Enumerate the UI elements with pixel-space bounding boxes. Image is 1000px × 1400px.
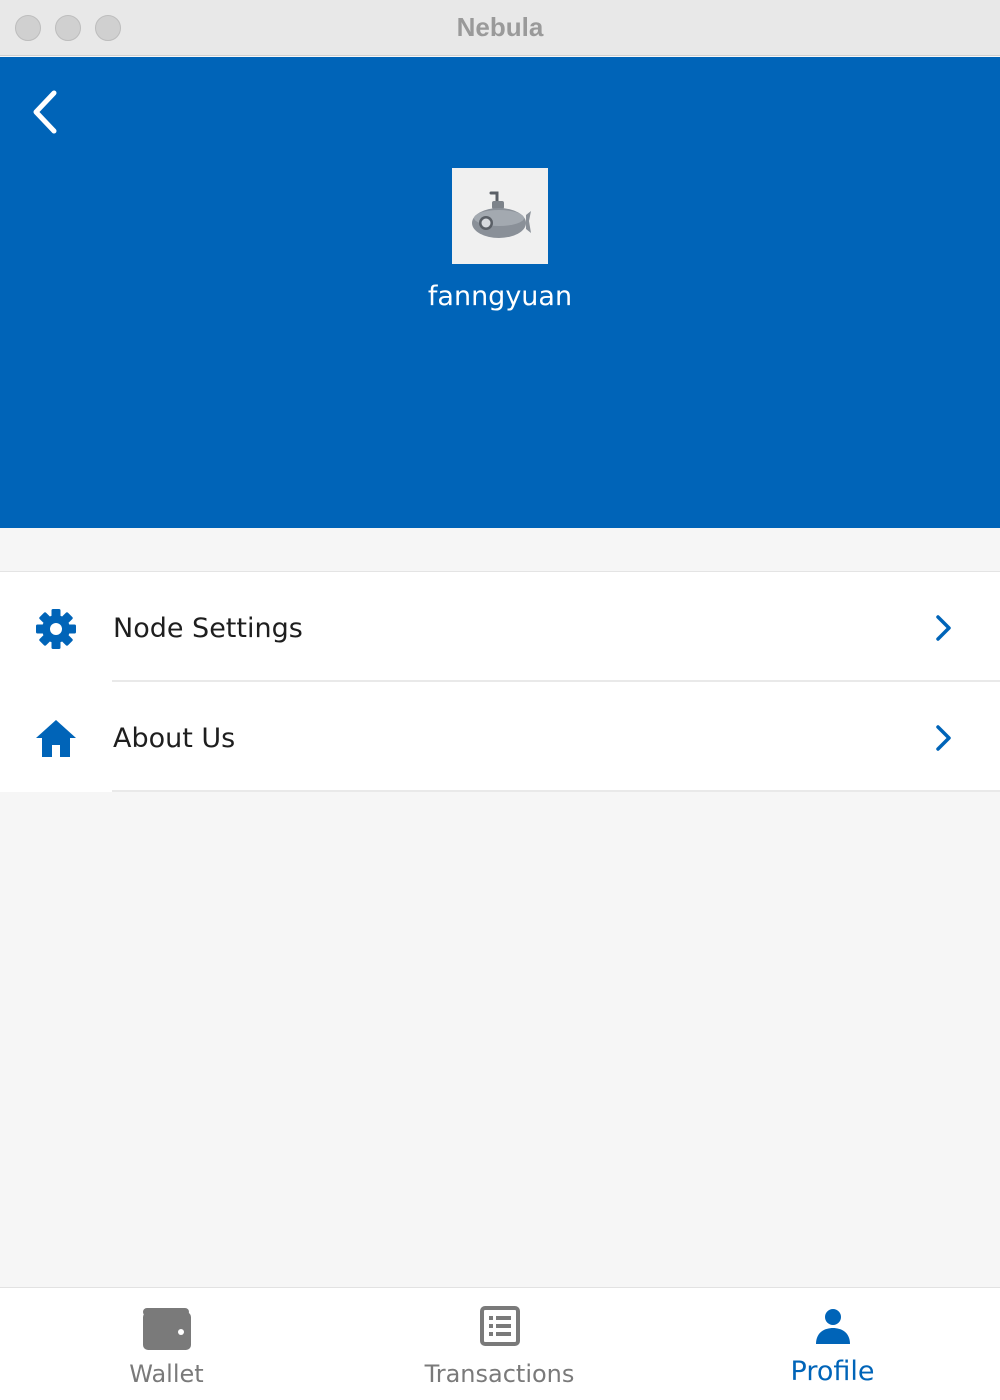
home-icon bbox=[34, 717, 78, 761]
tab-profile[interactable]: Profile bbox=[666, 1288, 999, 1400]
tab-transactions[interactable]: Transactions bbox=[333, 1288, 666, 1400]
profile-header: fanngyuan bbox=[0, 57, 1000, 528]
tab-label: Profile bbox=[790, 1356, 875, 1387]
avatar bbox=[452, 168, 548, 264]
submarine-icon bbox=[472, 191, 531, 238]
chevron-right-icon bbox=[932, 722, 956, 754]
tab-wallet[interactable]: Wallet bbox=[0, 1288, 333, 1400]
gear-icon bbox=[34, 607, 78, 651]
back-button[interactable] bbox=[26, 87, 66, 137]
menu-item-node-settings[interactable]: Node Settings bbox=[0, 572, 1000, 682]
chevron-right-icon bbox=[932, 612, 956, 644]
wallet-icon bbox=[141, 1306, 193, 1356]
tab-label: Wallet bbox=[129, 1360, 204, 1388]
tab-bar: Wallet Transactions Profile bbox=[0, 1287, 1000, 1400]
title-bar: Nebula bbox=[0, 0, 1000, 56]
window-title: Nebula bbox=[456, 12, 544, 42]
menu-item-label: Node Settings bbox=[113, 613, 303, 644]
divider bbox=[112, 790, 1000, 792]
chevron-left-icon bbox=[33, 90, 57, 134]
list-icon bbox=[479, 1306, 520, 1350]
person-icon bbox=[813, 1306, 853, 1350]
menu-item-label: About Us bbox=[113, 723, 236, 754]
app-window: Nebula fanngyuan Node Settings About Us … bbox=[0, 0, 1000, 1400]
settings-list: Node Settings About Us bbox=[0, 571, 1000, 792]
menu-item-about-us[interactable]: About Us bbox=[0, 682, 1000, 792]
username: fanngyuan bbox=[427, 281, 573, 312]
tab-label: Transactions bbox=[424, 1360, 575, 1388]
